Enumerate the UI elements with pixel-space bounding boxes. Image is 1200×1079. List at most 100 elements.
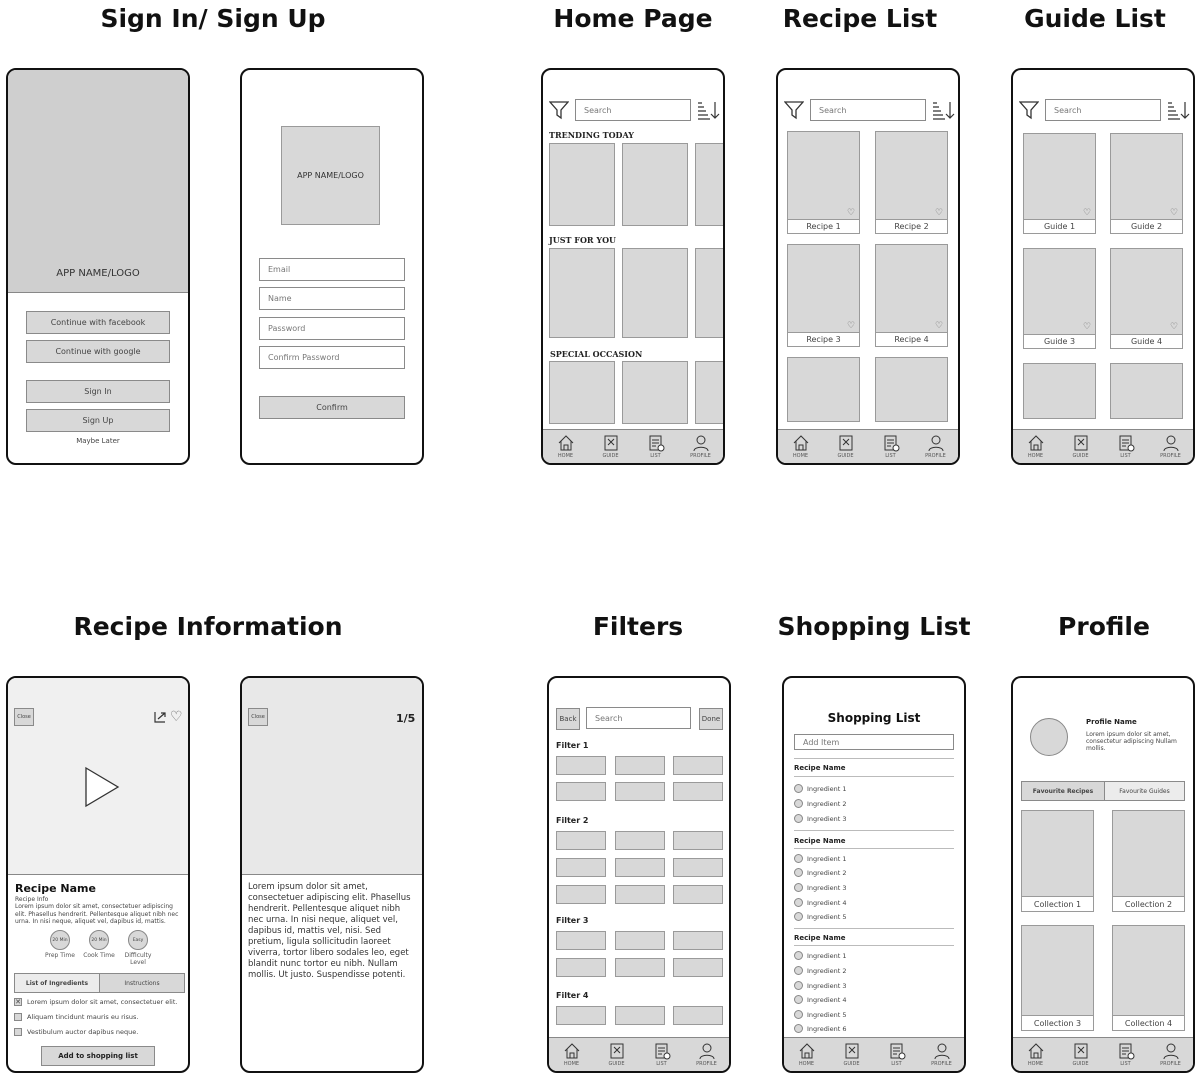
tab-ingredients[interactable]: List of Ingredients	[14, 973, 100, 993]
radio[interactable]	[794, 854, 803, 863]
maybe-later-link[interactable]: Maybe Later	[8, 437, 188, 445]
filter-chip[interactable]	[615, 885, 665, 904]
done-button[interactable]: Done	[699, 708, 723, 730]
checkbox[interactable]	[14, 1013, 22, 1021]
ingredient-row[interactable]: Ingredient 3	[794, 981, 847, 990]
filter-chip[interactable]	[615, 756, 665, 775]
filter-chip[interactable]	[615, 1006, 665, 1025]
filter-chip[interactable]	[673, 885, 723, 904]
filter-icon[interactable]	[1019, 100, 1039, 120]
radio[interactable]	[794, 1010, 803, 1019]
filter-chip[interactable]	[556, 782, 606, 801]
heart-icon[interactable]: ♡	[847, 209, 855, 218]
facebook-button[interactable]: Continue with facebook	[26, 311, 170, 334]
play-icon[interactable]	[84, 766, 120, 808]
recipe-card-image[interactable]	[875, 131, 948, 220]
close-button[interactable]: Close	[14, 708, 34, 726]
signin-button[interactable]: Sign In	[26, 380, 170, 403]
filter-chip[interactable]	[673, 1006, 723, 1025]
foryou-card[interactable]	[549, 248, 615, 338]
special-card[interactable]	[549, 361, 615, 424]
google-button[interactable]: Continue with google	[26, 340, 170, 363]
add-item-input[interactable]: Add Item	[794, 734, 954, 750]
trending-card[interactable]	[549, 143, 615, 226]
search-input[interactable]: Search	[810, 99, 926, 121]
recipe-card-image[interactable]	[787, 357, 860, 422]
nav-list[interactable]: LIST	[877, 1042, 917, 1067]
ingredient-item[interactable]: Vestibulum auctor dapibus neque.	[14, 1028, 138, 1036]
filter-chip[interactable]	[673, 958, 723, 977]
sort-icon[interactable]	[932, 100, 956, 120]
filter-chip[interactable]	[615, 782, 665, 801]
filter-chip[interactable]	[556, 958, 606, 977]
nav-profile[interactable]: PROFILE	[687, 1042, 727, 1067]
radio[interactable]	[794, 981, 803, 990]
ingredient-row[interactable]: Ingredient 1	[794, 784, 847, 793]
nav-guide[interactable]: GUIDE	[826, 434, 866, 459]
filter-chip[interactable]	[556, 858, 606, 877]
foryou-card[interactable]	[695, 248, 723, 338]
guide-card-image[interactable]	[1023, 363, 1096, 419]
collection-image[interactable]	[1021, 925, 1094, 1016]
guide-card-image[interactable]	[1110, 363, 1183, 419]
nav-home[interactable]: HOME	[1016, 1042, 1056, 1067]
trending-card[interactable]	[622, 143, 688, 226]
nav-home[interactable]: HOME	[781, 434, 821, 459]
nav-home[interactable]: HOME	[787, 1042, 827, 1067]
recipe-card-image[interactable]	[875, 244, 948, 333]
sort-icon[interactable]	[1167, 100, 1191, 120]
email-field[interactable]: Email	[259, 258, 405, 281]
signup-button[interactable]: Sign Up	[26, 409, 170, 432]
nav-home[interactable]: HOME	[552, 1042, 592, 1067]
radio[interactable]	[794, 995, 803, 1004]
radio[interactable]	[794, 784, 803, 793]
radio[interactable]	[794, 898, 803, 907]
ingredient-row[interactable]: Ingredient 5	[794, 1010, 847, 1019]
heart-icon[interactable]: ♡	[847, 322, 855, 331]
tab-favourite-guides[interactable]: Favourite Guides	[1104, 781, 1185, 801]
ingredient-row[interactable]: Ingredient 1	[794, 951, 847, 960]
radio[interactable]	[794, 814, 803, 823]
close-button[interactable]: Close	[248, 708, 268, 726]
special-card[interactable]	[695, 361, 723, 424]
nav-list[interactable]: LIST	[871, 434, 911, 459]
nav-guide[interactable]: GUIDE	[1061, 434, 1101, 459]
search-input[interactable]: Search	[586, 707, 691, 729]
nav-list[interactable]: LIST	[1106, 434, 1146, 459]
filter-icon[interactable]	[549, 100, 569, 120]
guide-card-image[interactable]	[1023, 133, 1096, 220]
confirm-password-field[interactable]: Confirm Password	[259, 346, 405, 369]
radio[interactable]	[794, 912, 803, 921]
back-button[interactable]: Back	[556, 708, 580, 730]
radio[interactable]	[794, 883, 803, 892]
radio[interactable]	[794, 951, 803, 960]
ingredient-row[interactable]: Ingredient 2	[794, 966, 847, 975]
heart-icon[interactable]: ♡	[170, 710, 183, 724]
filter-chip[interactable]	[673, 858, 723, 877]
ingredient-row[interactable]: Ingredient 6	[794, 1024, 847, 1033]
nav-list[interactable]: LIST	[1106, 1042, 1146, 1067]
filter-chip[interactable]	[556, 885, 606, 904]
filter-chip[interactable]	[673, 782, 723, 801]
ingredient-row[interactable]: Ingredient 4	[794, 898, 847, 907]
checkbox[interactable]	[14, 1028, 22, 1036]
filter-chip[interactable]	[556, 756, 606, 775]
ingredient-row[interactable]: Ingredient 3	[794, 883, 847, 892]
name-field[interactable]: Name	[259, 287, 405, 310]
tab-instructions[interactable]: Instructions	[99, 973, 185, 993]
nav-home[interactable]: HOME	[1016, 434, 1056, 459]
radio[interactable]	[794, 799, 803, 808]
ingredient-row[interactable]: Ingredient 2	[794, 868, 847, 877]
filter-chip[interactable]	[615, 858, 665, 877]
ingredient-row[interactable]: Ingredient 1	[794, 854, 847, 863]
nav-profile[interactable]: PROFILE	[1151, 1042, 1191, 1067]
nav-home[interactable]: HOME	[546, 434, 586, 459]
filter-icon[interactable]	[784, 100, 804, 120]
heart-icon[interactable]: ♡	[1170, 209, 1178, 218]
collection-image[interactable]	[1021, 810, 1094, 897]
nav-guide[interactable]: GUIDE	[591, 434, 631, 459]
ingredient-row[interactable]: Ingredient 4	[794, 995, 847, 1004]
recipe-card-image[interactable]	[787, 131, 860, 220]
foryou-card[interactable]	[622, 248, 688, 338]
recipe-card-image[interactable]	[787, 244, 860, 333]
